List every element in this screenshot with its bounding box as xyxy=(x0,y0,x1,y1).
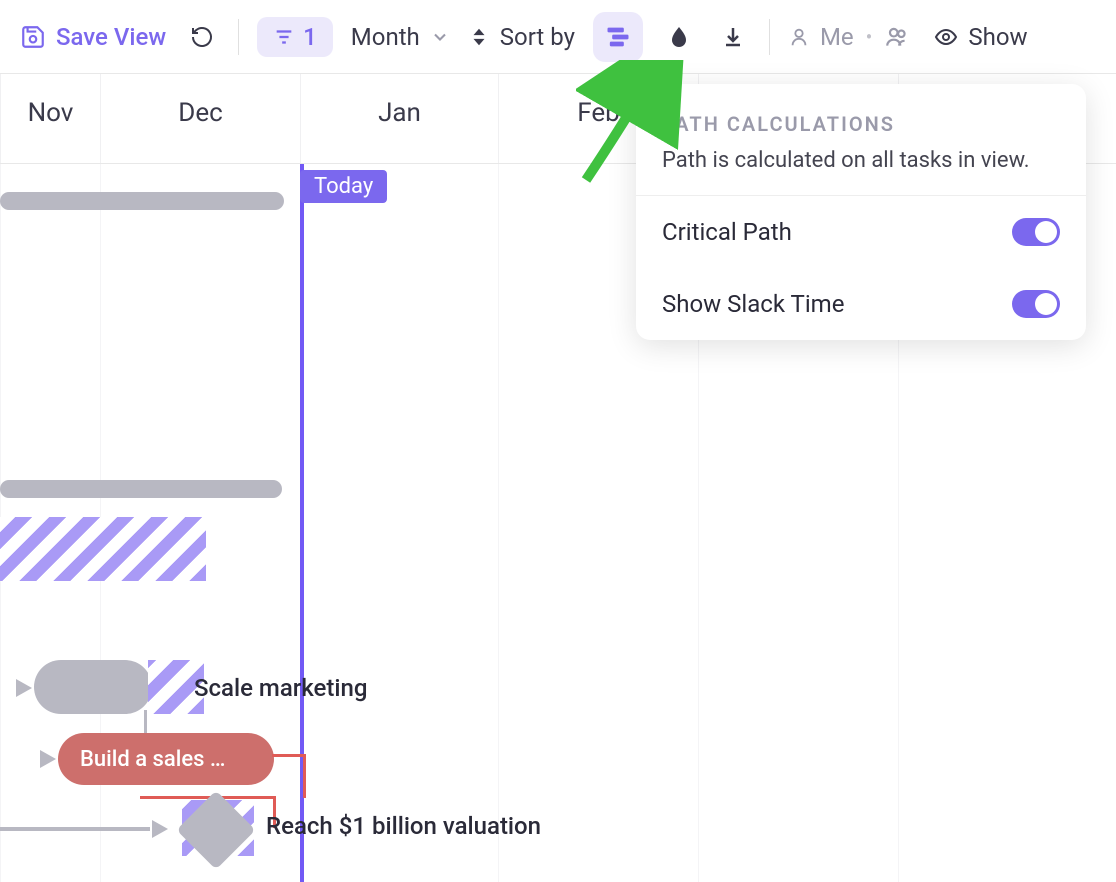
assignees-button[interactable] xyxy=(884,24,910,50)
me-filter-button[interactable]: Me xyxy=(788,23,854,51)
gantt-icon xyxy=(604,23,632,51)
slack-time-row: Show Slack Time xyxy=(636,268,1086,340)
zoom-level-dropdown[interactable]: Month xyxy=(351,23,450,51)
popup-subtitle: Path is calculated on all tasks in view. xyxy=(662,148,1060,173)
grid-column xyxy=(300,164,498,882)
critical-path-line-1 xyxy=(272,754,306,798)
task-label-build-sales: Build a sales … xyxy=(80,747,225,772)
month-label: Jan xyxy=(301,98,498,128)
dependency-arrow-3 xyxy=(152,820,168,838)
month-column: Jan xyxy=(300,74,498,163)
summary-bar-2[interactable] xyxy=(0,480,282,498)
task-label-scale-marketing: Scale marketing xyxy=(194,674,367,702)
sort-label: Sort by xyxy=(500,23,575,51)
people-icon xyxy=(884,24,910,50)
eye-icon xyxy=(934,25,958,49)
dot-separator: • xyxy=(866,25,873,49)
critical-path-row: Critical Path xyxy=(636,196,1086,268)
download-icon xyxy=(721,25,745,49)
divider xyxy=(769,19,770,55)
save-view-label: Save View xyxy=(56,23,166,51)
download-button[interactable] xyxy=(715,19,751,55)
filter-icon xyxy=(273,26,295,48)
zoom-label: Month xyxy=(351,23,420,51)
dependency-line-2 xyxy=(0,827,150,831)
color-button[interactable] xyxy=(661,19,697,55)
critical-path-label: Critical Path xyxy=(662,218,792,246)
slack-bar-1[interactable] xyxy=(0,517,206,581)
chevron-down-icon xyxy=(430,27,450,47)
divider xyxy=(238,19,239,55)
task-bar-scale-marketing[interactable] xyxy=(34,660,152,714)
slack-time-label: Show Slack Time xyxy=(662,290,844,318)
month-label: Dec xyxy=(101,98,300,128)
save-icon xyxy=(20,24,46,50)
today-badge: Today xyxy=(300,170,387,203)
month-label: Nov xyxy=(1,98,100,128)
show-button[interactable]: Show xyxy=(934,23,1027,51)
task-bar-build-sales[interactable]: Build a sales … xyxy=(58,733,274,785)
person-icon xyxy=(788,26,810,48)
filter-button[interactable]: 1 xyxy=(257,17,333,57)
dependency-arrow-2 xyxy=(40,750,56,768)
me-label: Me xyxy=(820,23,854,51)
save-view-button[interactable]: Save View xyxy=(20,23,166,51)
dependency-arrow-1 xyxy=(16,679,32,697)
summary-bar-1[interactable] xyxy=(0,192,284,210)
toolbar: Save View 1 Month Sort by xyxy=(0,0,1116,74)
path-calculations-button[interactable] xyxy=(593,12,643,62)
critical-path-toggle[interactable] xyxy=(1012,218,1060,246)
task-label-reach-valuation: Reach $1 billion valuation xyxy=(266,812,541,840)
refresh-icon xyxy=(190,25,214,49)
slack-time-toggle[interactable] xyxy=(1012,290,1060,318)
filter-count: 1 xyxy=(303,23,317,51)
autosave-refresh-button[interactable] xyxy=(184,19,220,55)
droplet-icon xyxy=(667,25,691,49)
month-column: Dec xyxy=(100,74,300,163)
sort-button[interactable]: Sort by xyxy=(468,23,575,51)
month-column: Nov xyxy=(0,74,100,163)
popup-title: PATH CALCULATIONS xyxy=(662,112,1060,136)
sort-icon xyxy=(468,26,490,48)
path-calculations-popup: PATH CALCULATIONS Path is calculated on … xyxy=(636,84,1086,340)
show-label: Show xyxy=(968,23,1027,51)
